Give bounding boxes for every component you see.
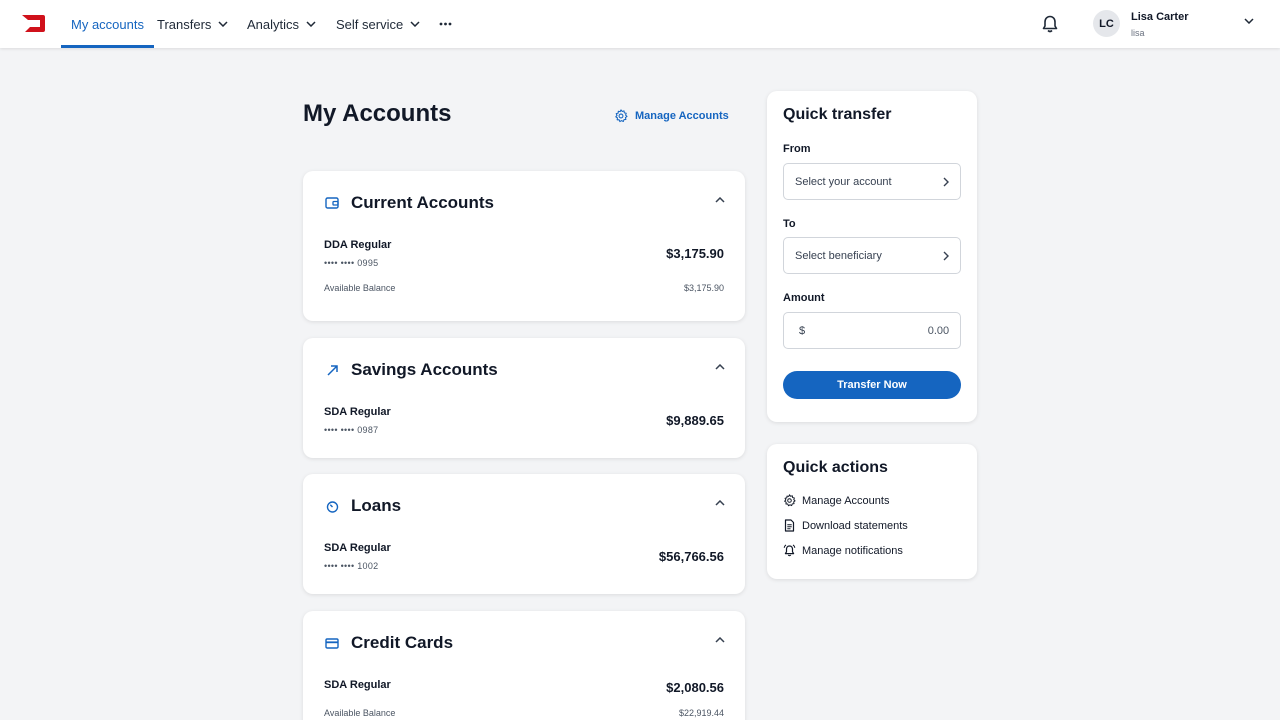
loans-card: Loans SDA Regular •••• •••• 1002 $56,766… bbox=[303, 474, 745, 594]
quick-actions-panel: Quick actions Manage Accounts Download s… bbox=[767, 444, 977, 579]
page-title: My Accounts bbox=[303, 100, 452, 127]
more-menu-button[interactable] bbox=[439, 0, 452, 48]
chevron-down-icon bbox=[306, 21, 316, 27]
from-account-placeholder: Select your account bbox=[795, 175, 892, 188]
card-title: Credit Cards bbox=[351, 633, 454, 652]
amount-label: Amount bbox=[783, 292, 825, 304]
manage-accounts-link[interactable]: Manage Accounts bbox=[614, 109, 729, 123]
quick-action-manage-accounts[interactable]: Manage Accounts bbox=[783, 494, 889, 507]
chevron-down-icon[interactable] bbox=[1244, 18, 1254, 24]
document-icon bbox=[784, 519, 795, 532]
timer-icon bbox=[325, 499, 339, 513]
amount-input[interactable] bbox=[809, 324, 950, 337]
account-balance: $2,080.56 bbox=[666, 680, 724, 695]
from-account-select[interactable]: Select your account bbox=[783, 163, 961, 200]
bank-logo-icon[interactable] bbox=[21, 14, 46, 33]
chevron-up-icon[interactable] bbox=[715, 197, 725, 203]
quick-action-manage-notifications[interactable]: Manage notifications bbox=[783, 544, 903, 557]
manage-accounts-link-label: Manage Accounts bbox=[635, 110, 729, 122]
quick-action-label: Manage Accounts bbox=[802, 494, 890, 507]
card-header[interactable]: Current Accounts bbox=[325, 193, 494, 213]
card-title: Current Accounts bbox=[351, 193, 494, 212]
quick-actions-title: Quick actions bbox=[783, 459, 888, 476]
to-label: To bbox=[783, 218, 796, 230]
savings-accounts-card: Savings Accounts SDA Regular •••• •••• 0… bbox=[303, 338, 745, 458]
amount-field: $ bbox=[783, 312, 961, 349]
current-accounts-card: Current Accounts DDA Regular •••• •••• 0… bbox=[303, 171, 745, 321]
beneficiary-placeholder: Select beneficiary bbox=[795, 249, 882, 262]
top-navigation-bar: My accounts Transfers Analytics Self ser… bbox=[0, 0, 1280, 48]
account-balance: $3,175.90 bbox=[666, 246, 724, 261]
from-label: From bbox=[783, 143, 811, 155]
chevron-right-icon bbox=[943, 177, 949, 187]
credit-card-icon bbox=[325, 636, 339, 650]
currency-symbol: $ bbox=[799, 324, 806, 337]
chevron-down-icon bbox=[410, 21, 420, 27]
gear-icon bbox=[615, 109, 628, 123]
available-balance-label: Available Balance bbox=[324, 708, 396, 718]
user-login: lisa bbox=[1131, 28, 1145, 38]
account-balance: $9,889.65 bbox=[666, 413, 724, 428]
chevron-up-icon[interactable] bbox=[715, 364, 725, 370]
card-header[interactable]: Savings Accounts bbox=[325, 360, 498, 380]
nav-transfers[interactable]: Transfers bbox=[157, 0, 228, 48]
gear-icon bbox=[784, 494, 796, 507]
chevron-right-icon bbox=[943, 251, 949, 261]
account-name[interactable]: DDA Regular bbox=[324, 239, 391, 251]
available-balance-amount: $22,919.44 bbox=[678, 708, 724, 718]
more-horizontal-icon bbox=[439, 22, 452, 26]
available-balance-label: Available Balance bbox=[324, 283, 396, 293]
nav-my-accounts[interactable]: My accounts bbox=[61, 0, 154, 48]
nav-my-accounts-label: My accounts bbox=[71, 16, 144, 32]
account-name[interactable]: SDA Regular bbox=[324, 406, 391, 418]
account-number: •••• •••• 0987 bbox=[324, 425, 379, 435]
account-number: •••• •••• 0995 bbox=[324, 258, 379, 268]
card-header[interactable]: Loans bbox=[325, 496, 401, 516]
quick-transfer-panel: Quick transfer From Select your account … bbox=[767, 91, 977, 422]
trend-arrow-icon bbox=[325, 363, 339, 377]
nav-analytics[interactable]: Analytics bbox=[247, 0, 316, 48]
credit-cards-card: Credit Cards SDA Regular $2,080.56 Avail… bbox=[303, 611, 745, 720]
account-balance: $56,766.56 bbox=[658, 549, 724, 564]
available-balance-amount: $3,175.90 bbox=[683, 283, 724, 293]
chevron-up-icon[interactable] bbox=[715, 500, 725, 506]
bell-ring-icon bbox=[783, 544, 796, 557]
chevron-down-icon bbox=[218, 21, 228, 27]
nav-transfers-label: Transfers bbox=[157, 16, 212, 32]
quick-transfer-title: Quick transfer bbox=[783, 106, 892, 123]
wallet-icon bbox=[325, 196, 339, 210]
card-header[interactable]: Credit Cards bbox=[325, 633, 453, 653]
transfer-now-button[interactable]: Transfer Now bbox=[783, 371, 961, 399]
user-name: Lisa Carter bbox=[1131, 11, 1189, 23]
beneficiary-select[interactable]: Select beneficiary bbox=[783, 237, 961, 274]
quick-action-label: Manage notifications bbox=[802, 544, 903, 557]
quick-action-download-statements[interactable]: Download statements bbox=[783, 519, 908, 532]
bell-icon[interactable] bbox=[1040, 14, 1060, 34]
account-name[interactable]: SDA Regular bbox=[324, 679, 391, 691]
nav-self-service-label: Self service bbox=[336, 16, 404, 32]
nav-analytics-label: Analytics bbox=[247, 16, 300, 32]
chevron-up-icon[interactable] bbox=[715, 637, 725, 643]
avatar[interactable]: LC bbox=[1093, 10, 1120, 37]
account-number: •••• •••• 1002 bbox=[324, 561, 379, 571]
quick-action-label: Download statements bbox=[802, 519, 908, 532]
nav-self-service[interactable]: Self service bbox=[336, 0, 420, 48]
card-title: Loans bbox=[351, 496, 402, 515]
card-title: Savings Accounts bbox=[351, 360, 498, 379]
account-name[interactable]: SDA Regular bbox=[324, 542, 391, 554]
